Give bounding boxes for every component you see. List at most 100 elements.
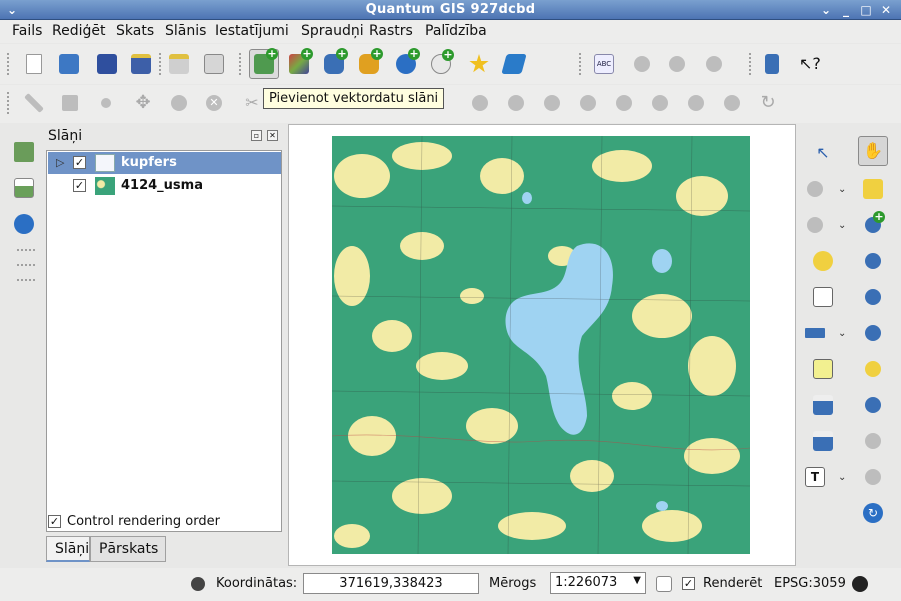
plugin-manager-button[interactable] xyxy=(700,50,728,78)
tab-overview[interactable]: Pārskats xyxy=(90,536,166,562)
node-tool-button[interactable] xyxy=(165,89,193,117)
add-postgis-layer-button[interactable] xyxy=(320,48,348,78)
crs-label[interactable]: EPSG:3059 xyxy=(774,576,846,591)
digitize-tool-button[interactable] xyxy=(10,138,38,166)
zoom-in-button[interactable] xyxy=(858,210,888,240)
add-island-button[interactable] xyxy=(502,89,530,117)
layer-visibility-checkbox[interactable]: ✓ xyxy=(73,179,86,192)
text-annotation-button[interactable]: T xyxy=(800,462,830,492)
minimize-icon[interactable]: _ xyxy=(838,2,854,18)
delete-selected-button[interactable]: ✕ xyxy=(200,89,228,117)
tab-layers[interactable]: Slāņi xyxy=(46,536,90,562)
zoom-prev-button[interactable] xyxy=(858,426,888,456)
split-features-button[interactable] xyxy=(646,89,674,117)
toolbar-grip[interactable] xyxy=(16,278,36,282)
map-canvas[interactable] xyxy=(288,124,796,566)
close-icon[interactable]: ✕ xyxy=(878,2,894,18)
zoom-full-button[interactable] xyxy=(858,174,888,204)
zoom-native-button[interactable] xyxy=(858,354,888,384)
show-bookmarks-button[interactable] xyxy=(808,426,838,456)
whats-this-button[interactable]: ↖? xyxy=(795,50,823,78)
open-project-button[interactable] xyxy=(55,50,83,78)
identify-button[interactable]: ↖ xyxy=(808,138,838,168)
menu-plugins[interactable]: Spraudņi xyxy=(301,23,364,39)
float-panel-icon[interactable]: ▫ xyxy=(251,130,262,141)
save-edits-button[interactable] xyxy=(56,89,84,117)
add-spatialite-layer-button[interactable] xyxy=(355,48,383,78)
toolbar-grip[interactable] xyxy=(16,248,36,252)
measure-button[interactable] xyxy=(800,318,830,348)
toolbar-grip[interactable] xyxy=(158,52,162,76)
zoom-layer-button[interactable] xyxy=(858,318,888,348)
save-project-button[interactable] xyxy=(93,50,121,78)
toolbar-grip[interactable] xyxy=(16,263,36,267)
shade-window-icon[interactable]: ⌄ xyxy=(818,2,834,18)
spellcheck-button[interactable]: ABC xyxy=(590,50,618,78)
layer-row[interactable]: ▷ ✓ kupfers xyxy=(48,152,281,174)
layer-row[interactable]: ✓ 4124_usma xyxy=(48,175,281,197)
new-vector-layer-button[interactable] xyxy=(465,50,493,78)
rotate-symbols-button[interactable]: ↻ xyxy=(754,89,782,117)
delete-part-button[interactable] xyxy=(574,89,602,117)
control-rendering-order[interactable]: ✓ Control rendering order xyxy=(48,514,220,529)
refresh-button[interactable]: ↻ xyxy=(858,498,888,528)
pan-button[interactable]: ✋ xyxy=(858,136,888,166)
zoom-last-button[interactable] xyxy=(858,390,888,420)
toolbar-grip[interactable] xyxy=(6,91,10,115)
zoom-selection-button[interactable] xyxy=(858,282,888,312)
help-contents-button[interactable] xyxy=(758,50,786,78)
profile-tool-button[interactable] xyxy=(10,174,38,202)
settings-button[interactable] xyxy=(800,174,830,204)
new-project-button[interactable] xyxy=(20,50,48,78)
expand-arrow-icon[interactable]: ▷ xyxy=(56,156,64,169)
layer-visibility-checkbox[interactable]: ✓ xyxy=(73,156,86,169)
menu-settings[interactable]: Iestatījumi xyxy=(215,23,289,39)
menu-raster[interactable]: Rastrs xyxy=(369,23,413,39)
plugin-tool-2-button[interactable] xyxy=(663,50,691,78)
control-rendering-order-checkbox[interactable]: ✓ xyxy=(48,515,61,528)
chevron-down-icon[interactable]: ⌄ xyxy=(838,472,846,483)
close-panel-icon[interactable]: ✕ xyxy=(267,130,278,141)
toolbar-grip[interactable] xyxy=(748,52,752,76)
plugin-tool-button[interactable] xyxy=(628,50,656,78)
render-checkbox[interactable]: ✓ xyxy=(682,577,695,590)
toolbar-grip[interactable] xyxy=(578,52,582,76)
zoom-out-button[interactable] xyxy=(858,246,888,276)
print-composer-button[interactable] xyxy=(165,50,193,78)
add-vector-layer-button[interactable] xyxy=(249,48,279,79)
reshape-features-button[interactable] xyxy=(610,89,638,117)
remove-layer-button[interactable] xyxy=(500,50,528,78)
merge-features-button[interactable] xyxy=(682,89,710,117)
chevron-down-icon[interactable]: ⌄ xyxy=(838,184,846,195)
georeferencer-button[interactable] xyxy=(10,210,38,238)
delete-ring-button[interactable] xyxy=(538,89,566,117)
add-wfs-layer-button[interactable] xyxy=(427,49,455,78)
menu-help[interactable]: Palīdzība xyxy=(425,23,487,39)
chevron-down-icon[interactable]: ⌄ xyxy=(838,328,846,339)
menu-edit[interactable]: Rediģēt xyxy=(52,23,105,39)
add-ring-button[interactable] xyxy=(466,89,494,117)
select-tool-button[interactable] xyxy=(800,210,830,240)
coordinate-toggle-button[interactable] xyxy=(184,570,212,598)
capture-point-button[interactable] xyxy=(92,89,120,117)
stop-render-button[interactable] xyxy=(650,570,678,598)
move-feature-button[interactable]: ✥ xyxy=(129,89,157,117)
menu-file[interactable]: Fails xyxy=(12,23,42,39)
merge-attributes-button[interactable] xyxy=(718,89,746,117)
new-bookmark-button[interactable] xyxy=(808,390,838,420)
attribute-table-button[interactable] xyxy=(808,282,838,312)
save-as-button[interactable] xyxy=(127,50,155,78)
toggle-editing-button[interactable] xyxy=(20,89,48,117)
zoom-next-button[interactable] xyxy=(858,462,888,492)
crs-status-button[interactable] xyxy=(846,570,874,598)
add-wms-layer-button[interactable] xyxy=(392,48,420,78)
toolbar-grip[interactable] xyxy=(238,52,242,76)
cut-features-button[interactable]: ✂ xyxy=(238,89,266,117)
maximize-icon[interactable]: □ xyxy=(858,2,874,18)
deselect-button[interactable] xyxy=(808,246,838,276)
print-button[interactable] xyxy=(200,50,228,78)
add-raster-layer-button[interactable] xyxy=(285,48,313,78)
coordinates-field[interactable]: 371619,338423 xyxy=(303,573,479,594)
map-tips-button[interactable] xyxy=(808,354,838,384)
menu-layer[interactable]: Slānis xyxy=(165,23,206,39)
